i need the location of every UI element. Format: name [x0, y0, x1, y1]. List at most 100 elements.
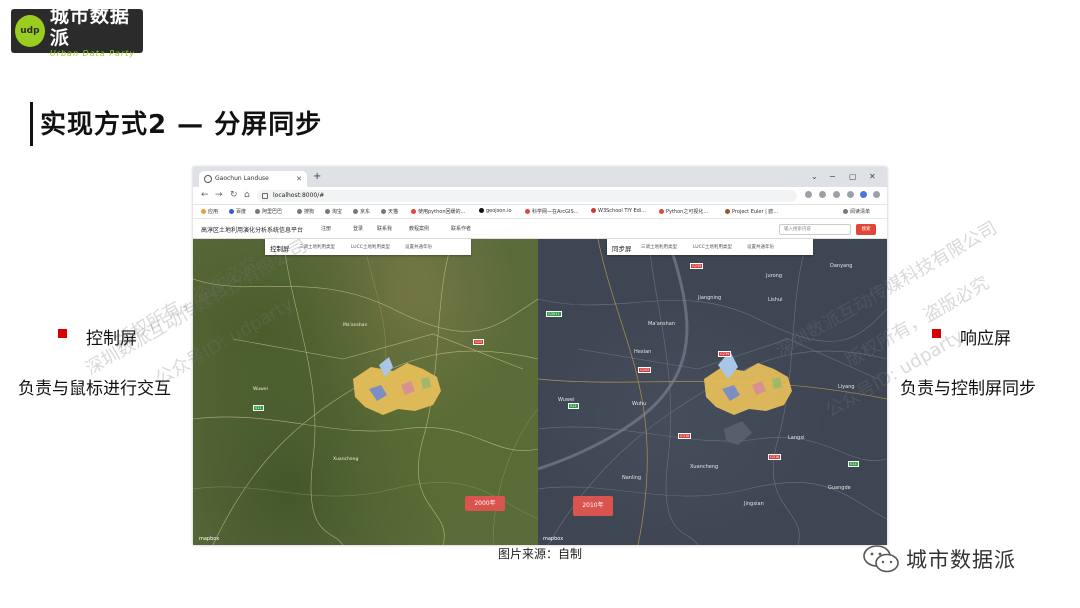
panel-title: 同步屏	[612, 245, 632, 253]
year-badge: 2010年	[573, 496, 613, 516]
title-accent-bar	[30, 102, 33, 146]
bookmark-item[interactable]: Project Euler | 欧...	[725, 208, 778, 215]
city-label: Guangde	[828, 485, 851, 491]
road-shield: G318	[768, 454, 782, 460]
close-window-icon[interactable]: ✕	[869, 172, 876, 181]
brand-logo: udp 城市数据派 Urban Data Party	[11, 5, 143, 58]
bookmark-page-icon	[725, 209, 730, 214]
city-label: Jurong	[766, 273, 782, 279]
road-shield: G3011	[546, 311, 562, 317]
search-button[interactable]: 搜索	[856, 224, 876, 235]
bookmark-item[interactable]: geojson.io	[479, 208, 512, 214]
city-label: Liyang	[838, 384, 855, 390]
nav-author[interactable]: 联系作者	[451, 225, 471, 232]
home-icon[interactable]: ⌂	[244, 190, 250, 200]
city-label: Langxi	[788, 435, 805, 441]
city-label: Xuancheng	[690, 464, 719, 470]
footer-brand: 城市数据派	[862, 544, 1016, 574]
wechat-icon	[862, 544, 900, 574]
globe-icon	[381, 209, 386, 214]
bookmark-page-icon	[411, 209, 416, 214]
share-icon[interactable]	[819, 191, 826, 198]
bookmark-item[interactable]: W3School TIY Edi...	[591, 208, 646, 214]
forward-icon[interactable]: →	[215, 190, 223, 200]
road-shield: S11	[568, 403, 579, 409]
right-description: 负责与控制屏同步	[900, 379, 1036, 399]
nav-login[interactable]: 登录	[353, 225, 363, 232]
bookmark-item[interactable]: 天猫	[381, 208, 398, 215]
zoom-icon[interactable]	[805, 191, 812, 198]
maximize-icon[interactable]: ▢	[849, 172, 857, 181]
footer-brand-text: 城市数据派	[906, 548, 1016, 572]
address-bar: ← → ↻ ⌂ localhost:8000/#	[193, 187, 887, 205]
logo-name-cn: 城市数据派	[49, 4, 130, 49]
road-shield: G205	[638, 367, 652, 373]
nav-contact[interactable]: 联系我	[377, 225, 392, 232]
road-shield: G235	[690, 263, 704, 269]
bookmark-item[interactable]: 搜狗	[297, 208, 314, 215]
landuse-dropdown[interactable]: 三调土地利用类型	[299, 244, 335, 250]
reading-list-icon	[843, 209, 848, 214]
logo-name-en: Urban Data Party	[49, 48, 136, 58]
city-label: Danyang	[830, 263, 853, 269]
city-label: Jingxian	[744, 501, 764, 507]
nav-register[interactable]: 注册	[321, 225, 331, 232]
lucc-dropdown[interactable]: LUCC土地利用类型	[693, 244, 732, 250]
road-shield: S11	[253, 405, 264, 411]
map-label: Wuwei	[253, 387, 268, 392]
city-label: Jiangning	[698, 295, 722, 301]
lucc-dropdown[interactable]: LUCC土地利用类型	[351, 244, 390, 250]
bookmark-item[interactable]: 使用python回缓的...	[411, 208, 465, 215]
bookmarks-bar: 应用 百度 阿里巴巴 搜狗 淘宝 京东 天猫 使用python回缓的... ge…	[193, 205, 887, 219]
mapbox-logo: mapbox	[199, 536, 220, 542]
control-panel: 控制屏 三调土地利用类型 LUCC土地利用类型 设置共通年份	[265, 239, 471, 255]
minimize-icon[interactable]: −	[829, 172, 836, 181]
back-icon[interactable]: ←	[201, 190, 209, 200]
app-title: 高淳区土地利用演化分析系统信息平台	[201, 227, 304, 234]
bookmark-item[interactable]: 科学网—在ArcGIS...	[525, 208, 578, 215]
sync-panel: 同步屏 三调土地利用类型 LUCC土地利用类型 设置共通年份	[607, 239, 813, 255]
city-label: Wuhu	[632, 401, 647, 407]
info-icon[interactable]	[262, 193, 268, 199]
road-shield: G318	[678, 433, 692, 439]
reload-icon[interactable]: ↻	[230, 190, 238, 200]
tab-close-icon[interactable]: ✕	[296, 171, 302, 187]
bookmark-page-icon	[659, 209, 664, 214]
right-label: 响应屏	[960, 329, 1011, 349]
year-dropdown[interactable]: 设置共通年份	[747, 244, 774, 250]
browser-screenshot: Gaochun Landuse ✕ + ⌄ − ▢ ✕ ← → ↻ ⌂ loca…	[193, 167, 887, 545]
bookmark-page-icon	[525, 209, 530, 214]
tab-title: Gaochun Landuse	[215, 175, 269, 182]
road-shield: S14	[848, 461, 859, 467]
url-input[interactable]: localhost:8000/#	[257, 190, 797, 202]
reading-list-item[interactable]: 阅读清单	[843, 208, 870, 215]
profile-avatar-icon[interactable]	[860, 191, 867, 198]
bookmark-item[interactable]: 京东	[353, 208, 370, 215]
mapbox-logo: mapbox	[543, 536, 564, 542]
new-tab-icon[interactable]: +	[313, 171, 321, 182]
road-shield: G239	[718, 351, 732, 357]
city-label: Ma'anshan	[648, 321, 675, 327]
menu-icon[interactable]	[873, 191, 880, 198]
bookmark-item[interactable]: 应用	[201, 208, 218, 215]
bookmark-item[interactable]: Python之可视化...	[659, 208, 708, 215]
city-label: Nanling	[622, 475, 642, 481]
map-label: Ma'anshan	[343, 323, 368, 328]
search-input[interactable]: 输入搜索内容	[779, 224, 851, 235]
bookmark-item[interactable]: 百度	[229, 208, 246, 215]
browser-tab[interactable]: Gaochun Landuse ✕	[199, 171, 307, 187]
bookmark-item[interactable]: 淘宝	[325, 208, 342, 215]
extensions-icon[interactable]	[847, 191, 854, 198]
landuse-dropdown[interactable]: 三调土地利用类型	[641, 244, 677, 250]
app-header: 高淳区土地利用演化分析系统信息平台 注册 登录 联系我 教程案例 联系作者 输入…	[193, 219, 887, 239]
year-dropdown[interactable]: 设置共通年份	[405, 244, 432, 250]
nav-tutorial[interactable]: 教程案例	[409, 225, 429, 232]
logo-badge-icon: udp	[15, 15, 45, 47]
w3school-icon	[591, 208, 596, 213]
geojson-icon	[479, 208, 484, 213]
chevron-down-icon[interactable]: ⌄	[811, 172, 818, 181]
bookmark-star-icon[interactable]	[833, 191, 840, 198]
bookmark-item[interactable]: 阿里巴巴	[255, 208, 282, 215]
city-label: Hexian	[634, 349, 652, 355]
left-description: 负责与鼠标进行交互	[18, 379, 171, 399]
